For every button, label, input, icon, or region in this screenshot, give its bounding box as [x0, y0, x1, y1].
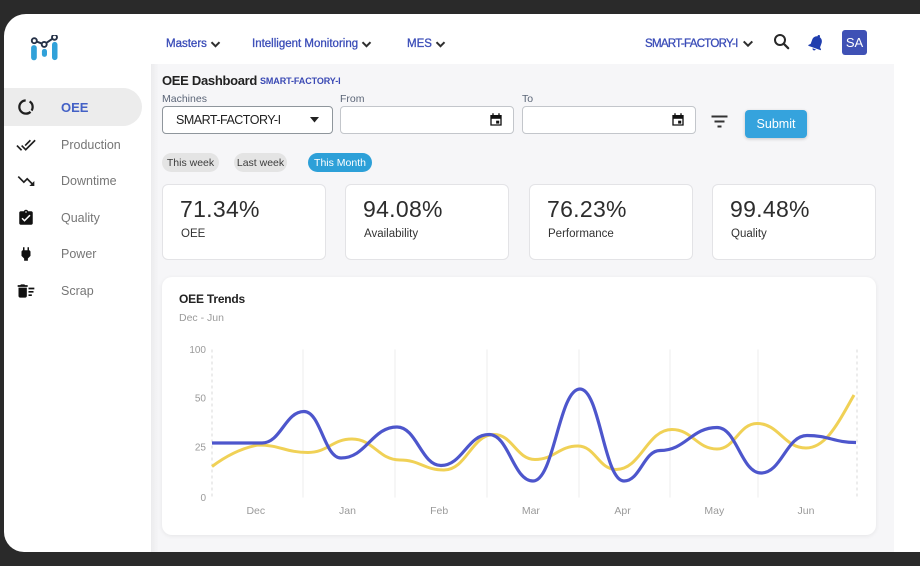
svg-text:Jan: Jan	[339, 505, 356, 517]
svg-text:Mar: Mar	[522, 505, 541, 517]
svg-text:May: May	[704, 505, 725, 517]
svg-text:Dec: Dec	[246, 505, 265, 517]
svg-text:Apr: Apr	[614, 505, 631, 517]
svg-text:25: 25	[195, 443, 207, 454]
svg-text:50: 50	[195, 394, 207, 405]
svg-text:Feb: Feb	[430, 505, 448, 517]
svg-text:100: 100	[189, 345, 206, 356]
svg-text:Jun: Jun	[798, 505, 815, 517]
svg-text:0: 0	[200, 493, 206, 504]
